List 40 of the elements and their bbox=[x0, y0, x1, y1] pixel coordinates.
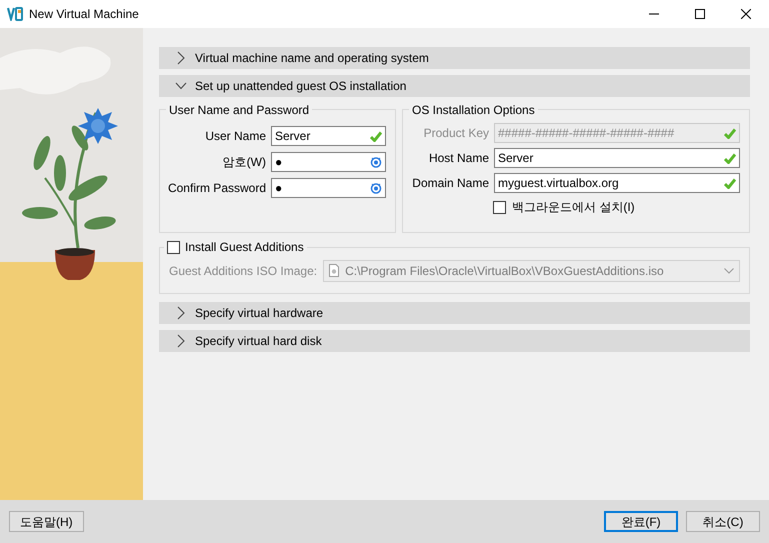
text-field[interactable]: myguest.virtualbox.org bbox=[494, 173, 740, 193]
chevron-right-icon bbox=[177, 51, 185, 65]
eye-icon[interactable] bbox=[370, 182, 382, 194]
checkmark-icon bbox=[724, 152, 736, 164]
text-field[interactable]: ● bbox=[271, 178, 386, 198]
text-field[interactable]: Server bbox=[494, 148, 740, 168]
field-label: Product Key bbox=[422, 125, 489, 142]
field-label: Domain Name bbox=[411, 175, 489, 192]
file-path-dropdown[interactable]: C:\Program Files\Oracle\VirtualBox\VBoxGuestAdditions.iso bbox=[323, 260, 740, 282]
checkbox-label: 백그라운드에서 설치(I) bbox=[512, 199, 635, 216]
close-icon bbox=[741, 9, 751, 19]
checkmark-icon bbox=[724, 178, 736, 188]
section-header[interactable]: Specify virtual hard disk bbox=[159, 330, 750, 352]
field-label: 암호(W) bbox=[222, 154, 266, 171]
field-label: Host Name bbox=[428, 150, 489, 167]
help-button[interactable]: 도움말(H) bbox=[9, 511, 84, 532]
app-logo-icon bbox=[7, 7, 23, 21]
eye-icon[interactable] bbox=[370, 156, 382, 168]
file-path: C:\Program Files\Oracle\VirtualBox\VBoxGuestAdditions.iso bbox=[345, 262, 665, 280]
maximize-icon bbox=[695, 9, 705, 19]
finish-button[interactable]: 완료(F) bbox=[604, 511, 678, 532]
text-field[interactable]: Server bbox=[271, 126, 386, 146]
field-label: Guest Additions ISO Image: bbox=[169, 262, 318, 280]
checkbox[interactable] bbox=[493, 200, 506, 214]
field-label: User Name bbox=[204, 128, 266, 145]
chevron-down-icon bbox=[175, 82, 187, 90]
checkbox-label: Install Guest Additions bbox=[185, 239, 304, 256]
checkmark-icon bbox=[370, 130, 382, 142]
window-title: New Virtual Machine bbox=[29, 6, 139, 23]
text-field[interactable]: ● bbox=[271, 152, 386, 172]
chevron-right-icon bbox=[177, 306, 185, 320]
disc-file-icon bbox=[329, 264, 340, 277]
section-header[interactable]: Set up unattended guest OS installation bbox=[159, 75, 750, 97]
field-label: Confirm Password bbox=[166, 180, 266, 197]
section-header[interactable]: Specify virtual hardware bbox=[159, 302, 750, 324]
cancel-button[interactable]: 취소(C) bbox=[686, 511, 760, 532]
section-header[interactable]: Virtual machine name and operating system bbox=[159, 47, 750, 69]
chevron-right-icon bbox=[177, 334, 185, 348]
checkbox[interactable] bbox=[167, 240, 180, 254]
checkmark-icon bbox=[724, 128, 736, 138]
